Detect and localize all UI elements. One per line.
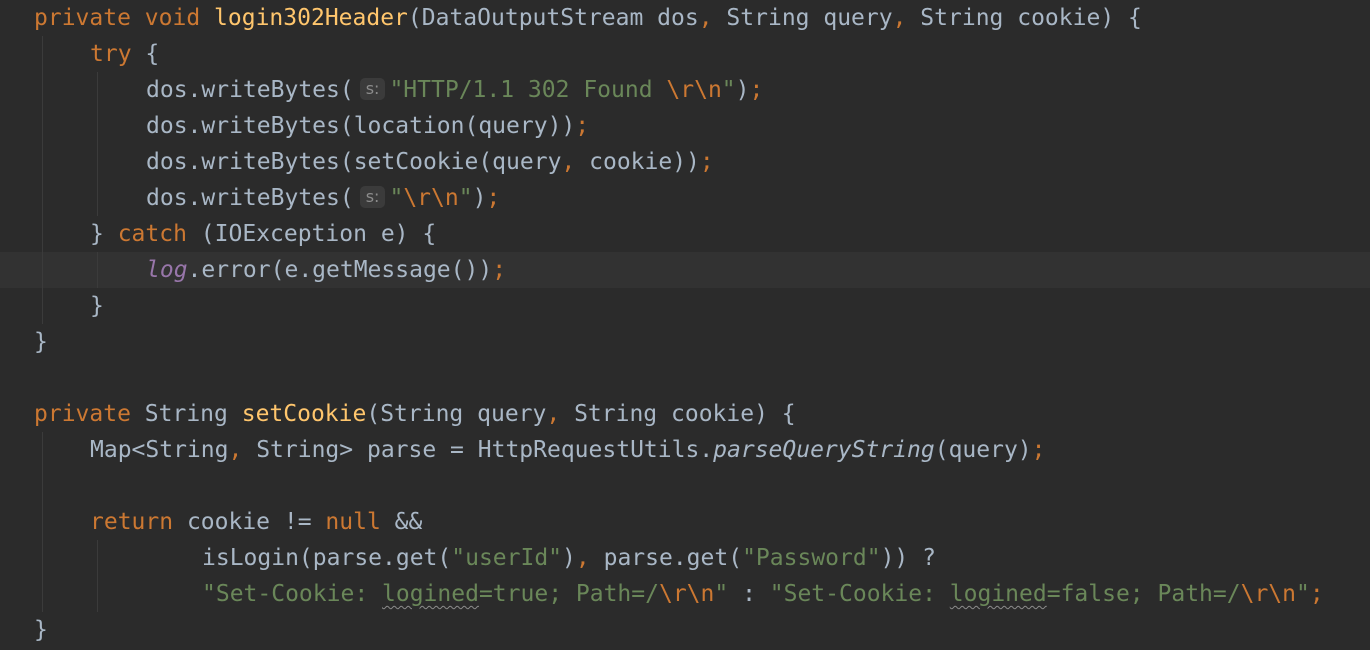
string-literal: " — [714, 581, 729, 607]
semicolon: ; — [699, 149, 714, 175]
code-text: cookie)) — [575, 149, 700, 175]
string-literal: " — [721, 77, 736, 103]
code-text: dos.writeBytes(location(query)) — [146, 113, 576, 139]
code-line-10: } — [34, 324, 48, 360]
code-line-8: log.error(e.getMessage()); — [146, 252, 506, 288]
code-text: ) — [735, 77, 750, 103]
code-text: String query — [712, 5, 893, 31]
code-line-12: private String setCookie(String query, S… — [34, 396, 796, 432]
code-text: String> parse = HttpRequestUtils. — [242, 437, 714, 463]
comma: , — [228, 437, 243, 463]
parameter-hint: s: — [359, 78, 386, 100]
comma: , — [561, 149, 576, 175]
code-text: } — [90, 293, 104, 319]
string-literal: " — [458, 185, 473, 211]
typo-warning[interactable]: logined — [382, 581, 479, 607]
semicolon: ; — [1031, 437, 1046, 463]
code-line-18: } — [34, 612, 48, 648]
typo-warning[interactable]: logined — [950, 581, 1047, 607]
code-text: dos.writeBytes(setCookie(query — [146, 149, 562, 175]
code-text: } — [34, 617, 48, 643]
code-text: String — [130, 401, 242, 427]
escape-sequence: \r\n — [658, 581, 715, 607]
semicolon: ; — [486, 185, 501, 211]
semicolon: ; — [749, 77, 764, 103]
code-text: parse.get( — [589, 545, 743, 571]
keyword-return: return — [90, 509, 174, 535]
comma: , — [546, 401, 561, 427]
code-text: { — [131, 41, 160, 67]
string-literal: =false; Path=/ — [1046, 581, 1241, 607]
code-editor[interactable]: private void login302Header(DataOutputSt… — [0, 0, 1370, 650]
comma: , — [575, 545, 590, 571]
code-text: cookie != — [173, 509, 326, 535]
code-text: (String query — [366, 401, 547, 427]
code-text: ) — [562, 545, 576, 571]
field-reference: log — [146, 257, 188, 283]
code-text: (IOException e) { — [186, 221, 437, 247]
code-text: } — [34, 329, 48, 355]
method-name: login302Header — [214, 5, 408, 31]
code-text: String cookie) { — [906, 5, 1142, 31]
code-text: String cookie) { — [560, 401, 796, 427]
code-text: dos.writeBytes( — [146, 77, 354, 103]
semicolon: ; — [1309, 581, 1324, 607]
code-line-13: Map<String, String> parse = HttpRequestU… — [90, 432, 1046, 468]
code-line-7: } catch (IOException e) { — [90, 216, 436, 252]
static-method-call: parseQueryString — [713, 437, 935, 463]
method-name: setCookie — [241, 401, 367, 427]
keyword-void: void — [144, 5, 201, 31]
escape-sequence: \r\n — [403, 185, 459, 211]
code-line-6: dos.writeBytes(s: "\r\n"); — [146, 180, 500, 216]
code-line-1: private void login302Header(DataOutputSt… — [34, 0, 1142, 36]
code-text: (DataOutputStream dos — [407, 5, 699, 31]
keyword-try: try — [90, 41, 132, 67]
indent-guide — [42, 432, 43, 612]
string-literal: "Password" — [742, 545, 881, 571]
keyword-private: private — [34, 401, 131, 427]
indent-guide — [97, 72, 98, 216]
code-line-16: isLogin(parse.get("userId"), parse.get("… — [202, 540, 936, 576]
code-text: } — [90, 221, 118, 247]
comma: , — [698, 5, 713, 31]
string-literal: " — [389, 185, 404, 211]
code-text: (query) — [934, 437, 1032, 463]
indent-guide — [97, 252, 98, 288]
parameter-hint: s: — [359, 186, 386, 208]
code-line-17: "Set-Cookie: logined=true; Path=/\r\n" :… — [202, 576, 1324, 612]
code-text: && — [380, 509, 423, 535]
keyword-private: private — [34, 5, 131, 31]
string-literal: "Set-Cookie: — [769, 581, 950, 607]
string-literal: =true; Path=/ — [478, 581, 659, 607]
escape-sequence: \r\n — [1240, 581, 1296, 607]
string-literal: "HTTP/1.1 302 Found — [389, 77, 667, 103]
escape-sequence: \r\n — [666, 77, 722, 103]
code-line-2: try { — [90, 36, 159, 72]
string-literal: " — [1295, 581, 1310, 607]
keyword-null: null — [325, 509, 381, 535]
code-text: )) ? — [880, 545, 936, 571]
string-literal: "Set-Cookie: — [202, 581, 383, 607]
indent-guide — [42, 36, 43, 324]
code-line-9: } — [90, 288, 104, 324]
comma: , — [892, 5, 907, 31]
code-text: isLogin(parse.get( — [202, 545, 452, 571]
code-line-3: dos.writeBytes(s: "HTTP/1.1 302 Found \r\… — [146, 72, 763, 108]
string-literal: "userId" — [451, 545, 563, 571]
indent-guide — [97, 540, 98, 612]
semicolon: ; — [575, 113, 590, 139]
code-text: .error(e.getMessage()) — [187, 257, 493, 283]
semicolon: ; — [492, 257, 507, 283]
code-text: Map<String — [90, 437, 229, 463]
code-text: ) — [472, 185, 487, 211]
code-line-5: dos.writeBytes(setCookie(query, cookie))… — [146, 144, 714, 180]
keyword-catch: catch — [117, 221, 187, 247]
code-line-4: dos.writeBytes(location(query)); — [146, 108, 589, 144]
code-text: : — [728, 581, 770, 607]
code-line-15: return cookie != null && — [90, 504, 422, 540]
code-text: dos.writeBytes( — [146, 185, 354, 211]
